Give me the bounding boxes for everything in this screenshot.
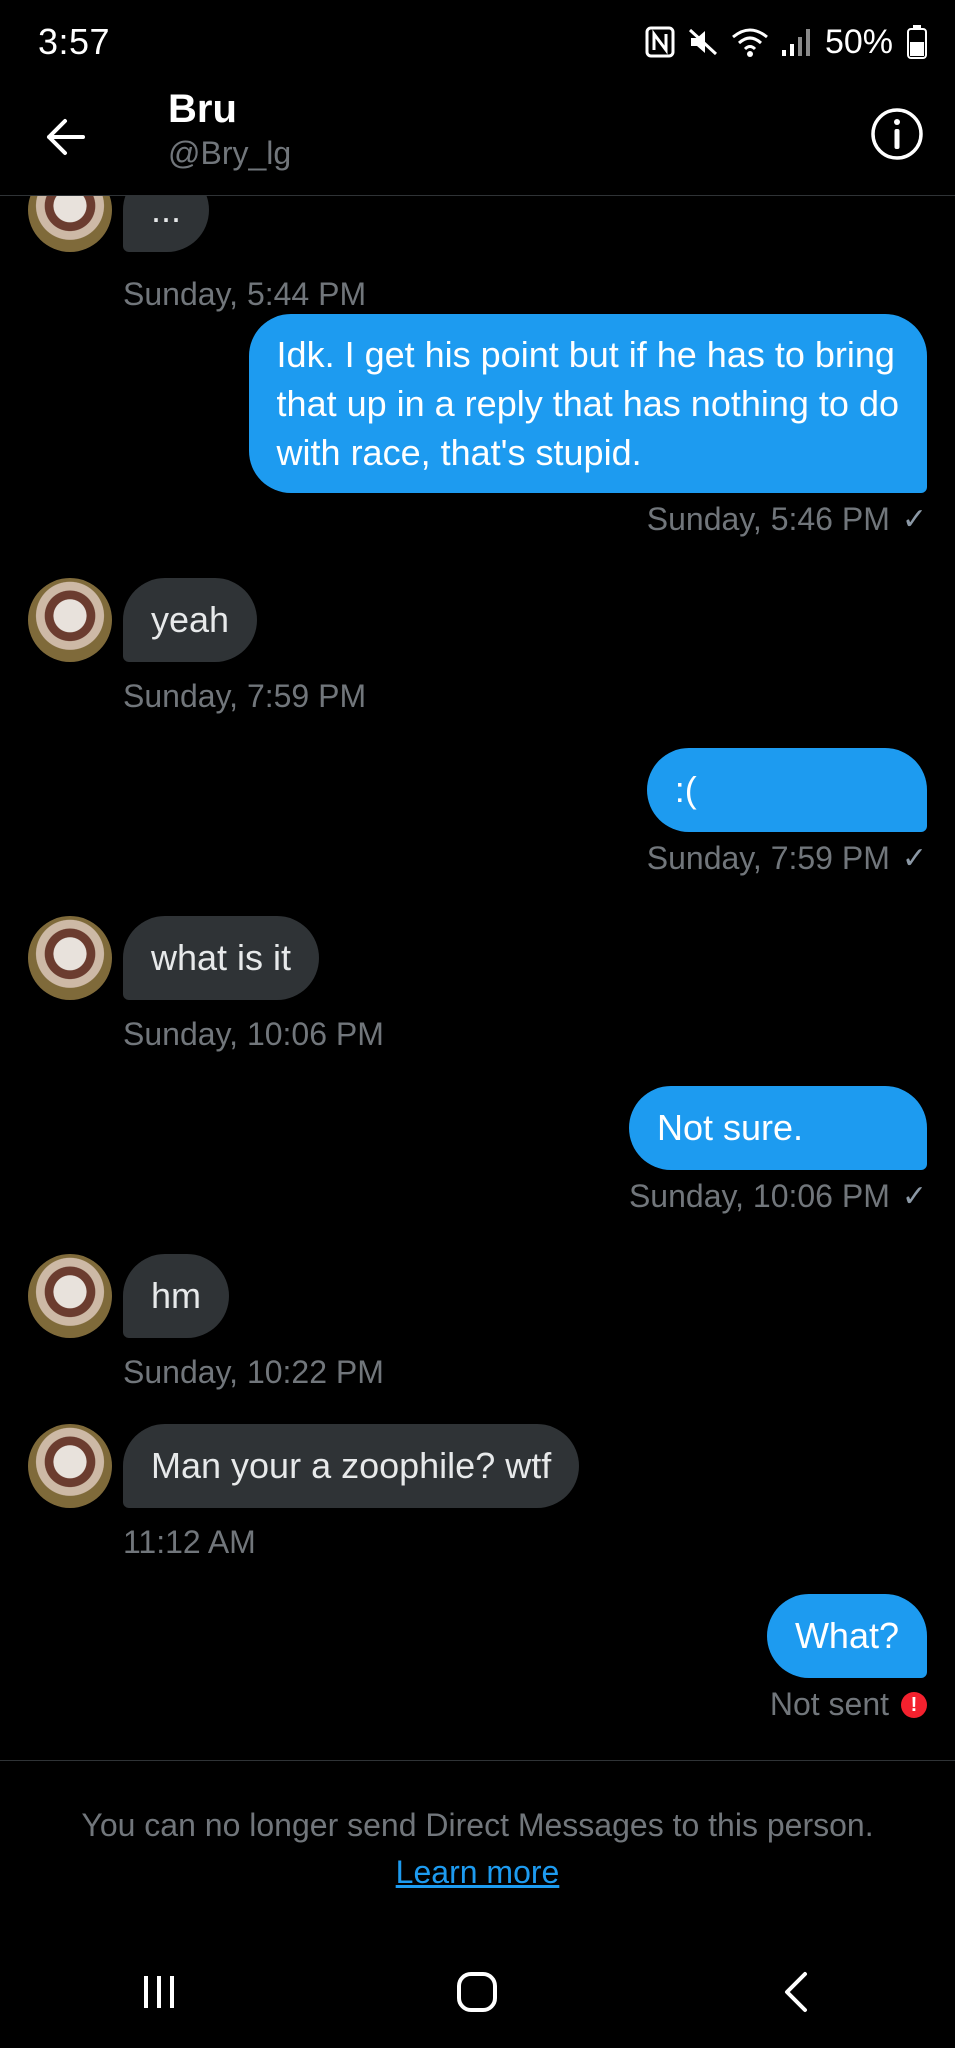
battery-icon bbox=[907, 25, 927, 59]
recent-apps-icon bbox=[144, 1976, 175, 2008]
battery-level: 50% bbox=[824, 22, 893, 61]
message-timestamp: Sunday, 5:44 PM bbox=[123, 276, 367, 312]
message-meta: Sunday, 5:46 PM ✓ bbox=[249, 501, 927, 538]
message-timestamp: 11:12 AM bbox=[123, 1524, 256, 1560]
message-bubble: Idk. I get his point but if he has to br… bbox=[248, 314, 927, 493]
message-bubble: hm bbox=[123, 1254, 230, 1338]
back-chevron-icon bbox=[784, 1972, 807, 2012]
avatar[interactable] bbox=[28, 578, 112, 662]
signal-icon bbox=[781, 29, 810, 56]
message-status: Not sent bbox=[769, 1686, 889, 1722]
message-outgoing[interactable]: What? Not sent ! bbox=[766, 1594, 927, 1723]
message-bubble: What? bbox=[766, 1594, 927, 1678]
message-meta: Not sent ! bbox=[767, 1686, 927, 1723]
message-timestamp: Sunday, 10:22 PM bbox=[123, 1354, 384, 1390]
learn-more-link[interactable]: Learn more bbox=[396, 1854, 560, 1891]
back-arrow-icon bbox=[47, 119, 85, 155]
message-bubble: what is it bbox=[123, 916, 320, 1000]
system-navigation-bar bbox=[0, 1936, 955, 2048]
check-icon: ✓ bbox=[901, 1180, 927, 1213]
avatar[interactable] bbox=[28, 196, 112, 252]
message-outgoing[interactable]: Idk. I get his point but if he has to br… bbox=[248, 314, 927, 538]
message-bubble: Man your a zoophile? wtf bbox=[123, 1424, 580, 1508]
back-nav-button[interactable] bbox=[751, 1957, 841, 2027]
conversation-header: Bru @Bry_lg bbox=[0, 84, 955, 196]
conversation-info-button[interactable] bbox=[869, 106, 925, 162]
message-list[interactable]: ... Sunday, 5:44 PM Idk. I get his point… bbox=[0, 196, 955, 1760]
message-bubble: yeah bbox=[123, 578, 258, 662]
contact-name: Bru bbox=[168, 87, 237, 131]
message-timestamp: Sunday, 7:59 PM bbox=[646, 840, 890, 876]
status-icons: 50% bbox=[645, 23, 927, 62]
profile-summary[interactable]: Bru @Bry_lg bbox=[168, 84, 291, 172]
avatar[interactable] bbox=[28, 916, 112, 1000]
error-icon[interactable]: ! bbox=[901, 1691, 927, 1718]
message-bubble: Not sure. bbox=[628, 1086, 927, 1170]
message-timestamp: Sunday, 5:46 PM bbox=[646, 501, 890, 537]
back-button[interactable] bbox=[36, 108, 94, 166]
status-time: 3:57 bbox=[38, 21, 111, 62]
message-bubble: :( bbox=[646, 748, 927, 832]
recent-apps-button[interactable] bbox=[114, 1957, 204, 2027]
home-icon bbox=[457, 1972, 498, 2012]
message-meta: Sunday, 7:59 PM ✓ bbox=[647, 840, 927, 877]
check-icon: ✓ bbox=[901, 842, 927, 875]
info-icon bbox=[871, 108, 923, 160]
nfc-icon bbox=[645, 26, 675, 58]
notice-text: You can no longer send Direct Messages t… bbox=[81, 1807, 874, 1843]
message-bubble: ... bbox=[123, 196, 210, 252]
check-icon: ✓ bbox=[901, 503, 927, 536]
status-bar: 3:57 50% bbox=[0, 0, 955, 84]
avatar[interactable] bbox=[28, 1424, 112, 1508]
message-timestamp: Sunday, 10:06 PM bbox=[628, 1178, 890, 1214]
home-button[interactable] bbox=[432, 1957, 522, 2027]
message-meta: Sunday, 10:06 PM ✓ bbox=[629, 1178, 927, 1215]
wifi-icon bbox=[731, 28, 768, 57]
message-outgoing[interactable]: Not sure. Sunday, 10:06 PM ✓ bbox=[628, 1086, 927, 1215]
message-outgoing[interactable]: :( Sunday, 7:59 PM ✓ bbox=[646, 748, 927, 877]
message-timestamp: Sunday, 10:06 PM bbox=[123, 1016, 384, 1052]
dm-restriction-notice: You can no longer send Direct Messages t… bbox=[0, 1760, 955, 1936]
message-timestamp: Sunday, 7:59 PM bbox=[123, 678, 367, 714]
contact-handle: @Bry_lg bbox=[168, 135, 292, 171]
avatar[interactable] bbox=[28, 1254, 112, 1338]
mute-icon bbox=[688, 28, 717, 56]
